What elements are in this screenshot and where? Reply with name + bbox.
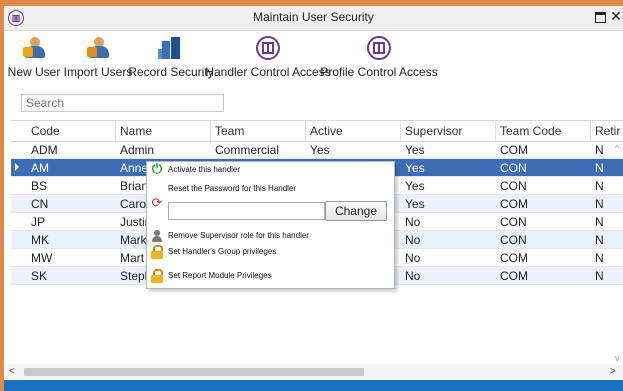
new-user-label: New User	[7, 65, 61, 79]
column-header-retired[interactable]: Retir	[595, 124, 620, 138]
cell-name: Mart	[120, 251, 144, 265]
cell-retired: N	[595, 269, 604, 283]
import-users-button[interactable]: Import Users	[64, 33, 132, 83]
current-row-indicator-icon	[15, 163, 19, 171]
new-user-button[interactable]: New User	[8, 33, 60, 83]
cell-team-code: CON	[500, 233, 527, 247]
report-privileges-item[interactable]: Set Report Module Privileges	[147, 268, 394, 286]
group-privileges-label: Set Handler's Group privileges	[168, 247, 277, 256]
lock-icon	[150, 245, 164, 259]
cell-supervisor: No	[405, 233, 421, 247]
new-user-icon	[21, 35, 47, 61]
cell-team-code: CON	[500, 179, 527, 193]
cell-name: Anne	[120, 161, 149, 175]
cell-team-code: COM	[500, 269, 528, 283]
handler-context-menu: ⏻ Activate this handler Reset the Passwo…	[146, 161, 395, 289]
maximize-button[interactable]	[592, 9, 608, 25]
scroll-right-icon[interactable]: >	[610, 366, 616, 377]
activate-handler-label: Activate this handler	[168, 165, 241, 174]
profile-control-access-icon	[366, 35, 392, 61]
handler-control-access-icon	[255, 35, 281, 61]
scrollbar-thumb[interactable]	[24, 368, 364, 376]
scroll-down-icon[interactable]: v	[615, 353, 620, 363]
cell-retired: N	[595, 179, 604, 193]
cell-code: ADM	[31, 143, 58, 157]
cell-retired: N	[595, 233, 604, 247]
cell-code: JP	[31, 215, 46, 229]
cell-name: Admin	[120, 143, 155, 157]
cell-supervisor: Yes	[405, 143, 425, 157]
horizontal-scrollbar[interactable]: < >	[4, 364, 623, 380]
cell-code: SK	[31, 269, 48, 283]
handler-control-access-label: Handler Control Access	[205, 65, 331, 79]
cell-supervisor: Yes	[405, 179, 425, 193]
record-security-icon	[158, 35, 184, 61]
cell-name: Caro	[120, 197, 147, 211]
cell-retired: N	[595, 215, 604, 229]
scroll-left-icon[interactable]: <	[9, 366, 15, 377]
cell-team: Commercial	[215, 143, 280, 157]
vertical-scrollbar[interactable]: ^ v	[615, 141, 623, 365]
new-password-input[interactable]	[168, 202, 325, 220]
cell-active: Yes	[310, 143, 330, 157]
handler-control-access-button[interactable]: Handler Control Access	[205, 33, 331, 83]
report-privileges-label: Set Report Module Privileges	[168, 271, 272, 280]
cell-supervisor: No	[405, 269, 421, 283]
cell-team-code: COM	[500, 143, 528, 157]
cell-code: CN	[31, 197, 49, 211]
column-header-code[interactable]: Code	[31, 124, 60, 138]
cell-supervisor: No	[405, 215, 421, 229]
cell-supervisor: No	[405, 251, 421, 265]
cell-team-code: CON	[500, 215, 527, 229]
column-header-team-code[interactable]: Team Code	[500, 124, 561, 138]
change-password-button[interactable]: Change	[325, 201, 387, 221]
toolbar: New User Import Users Record Security Ha…	[4, 33, 623, 85]
cell-team-code: COM	[500, 197, 528, 211]
cell-name: Brian	[120, 179, 149, 193]
lock-icon	[150, 269, 164, 283]
table-row[interactable]: ADM Admin Commercial Yes Yes COM N	[11, 141, 623, 159]
column-header-team[interactable]: Team	[215, 124, 244, 138]
window-title: Maintain User Security	[253, 10, 374, 24]
column-header-name[interactable]: Name	[120, 124, 152, 138]
column-header-active[interactable]: Active	[310, 124, 343, 138]
status-bar	[4, 380, 623, 391]
import-users-icon	[85, 35, 111, 61]
refresh-icon: ⟳	[151, 196, 163, 211]
cell-supervisor: Yes	[405, 161, 425, 175]
cell-team-code: CON	[500, 161, 527, 175]
maintain-user-security-window: ▥ Maintain User Security ✕ New User Impo…	[4, 6, 623, 391]
record-security-label: Record Security	[128, 65, 214, 79]
cell-retired: N	[595, 251, 604, 265]
group-privileges-item[interactable]: Set Handler's Group privileges	[147, 244, 394, 262]
cell-name: Mark	[120, 233, 147, 247]
reset-password-label: Reset the Password for this Handler	[168, 184, 297, 193]
close-button[interactable]: ✕	[608, 9, 623, 25]
profile-control-access-button[interactable]: Profile Control Access	[320, 33, 438, 83]
remove-supervisor-label: Remove Supervisor role for this handler	[168, 231, 309, 240]
cell-retired: N	[595, 161, 604, 175]
cell-code: BS	[31, 179, 48, 193]
cell-code: MK	[31, 233, 49, 247]
grid-header: Code Name Team Active Supervisor Team Co…	[11, 121, 623, 142]
cell-team-code: COM	[500, 251, 528, 265]
maximize-icon	[594, 11, 606, 23]
column-header-supervisor[interactable]: Supervisor	[405, 124, 462, 138]
cell-code: AM	[31, 161, 49, 175]
cell-retired: N	[595, 197, 604, 211]
cell-retired: N	[595, 143, 604, 157]
activate-handler-item[interactable]: ⏻ Activate this handler	[147, 162, 394, 180]
title-bar: ▥ Maintain User Security ✕	[4, 6, 623, 31]
cell-supervisor: Yes	[405, 197, 425, 211]
profile-control-access-label: Profile Control Access	[320, 65, 438, 79]
scroll-up-icon[interactable]: ^	[615, 143, 619, 153]
import-users-label: Import Users	[63, 65, 133, 79]
user-remove-icon	[150, 229, 164, 243]
record-security-button[interactable]: Record Security	[128, 33, 214, 83]
power-icon: ⏻	[151, 162, 163, 177]
cell-code: MW	[31, 251, 53, 265]
search-input[interactable]	[21, 94, 224, 112]
